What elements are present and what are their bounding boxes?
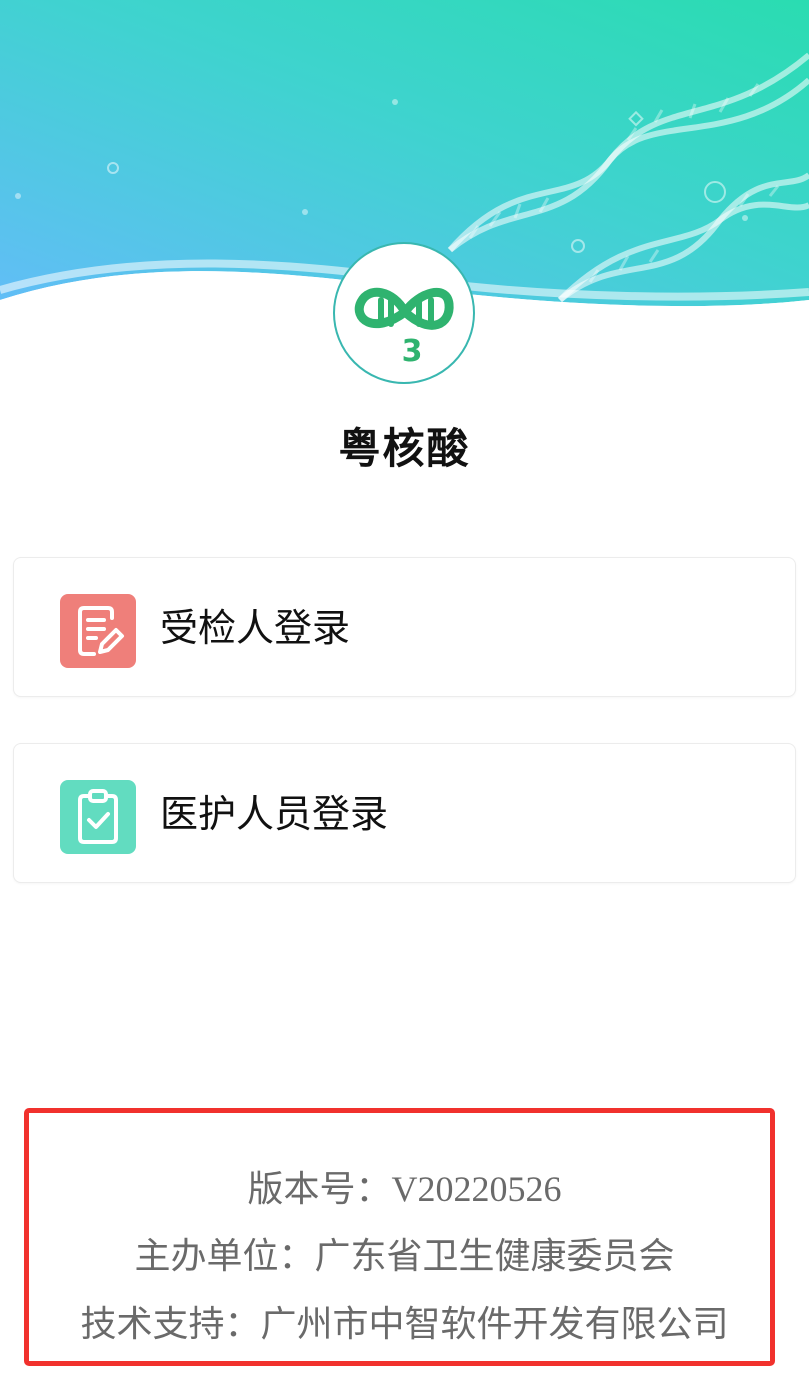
app-logo: 3 [333, 242, 475, 384]
version-label: 版本号： [247, 1169, 392, 1210]
medical-staff-login-label: 医护人员登录 [160, 792, 389, 836]
app-title: 粤核酸 [338, 424, 471, 473]
tech-support-info: 技术支持：广州市中智软件开发有限公司 [80, 1304, 729, 1345]
logo-number: 3 [402, 334, 423, 369]
clipboard-check-icon [60, 780, 136, 854]
edit-document-icon [60, 594, 136, 668]
tested-person-login-label: 受检人登录 [160, 606, 351, 650]
dna-3-logo-icon: 3 [354, 287, 454, 369]
tested-person-login-button[interactable]: 受检人登录 [13, 557, 796, 697]
version-value: V20220526 [391, 1169, 562, 1209]
version-info: 版本号：V20220526 [0, 1165, 809, 1214]
sponsor-info: 主办单位：广东省卫生健康委员会 [134, 1236, 675, 1277]
medical-staff-login-button[interactable]: 医护人员登录 [13, 743, 796, 883]
